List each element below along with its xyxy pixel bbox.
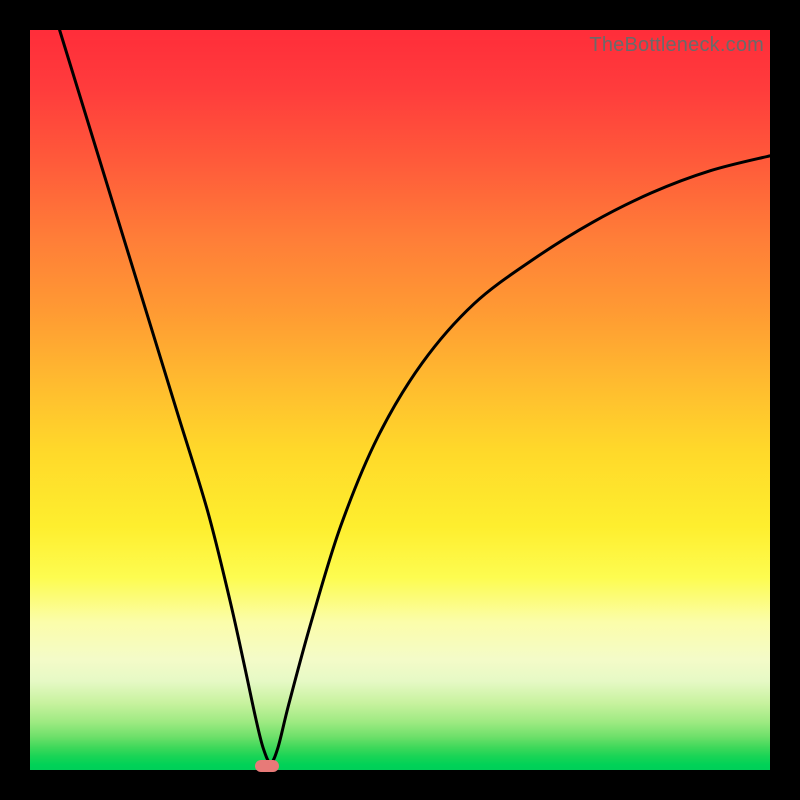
plot-area: TheBottleneck.com xyxy=(30,30,770,770)
curve-svg xyxy=(30,30,770,770)
bottleneck-curve xyxy=(60,30,770,763)
chart-frame: TheBottleneck.com xyxy=(0,0,800,800)
optimal-marker xyxy=(255,760,279,772)
